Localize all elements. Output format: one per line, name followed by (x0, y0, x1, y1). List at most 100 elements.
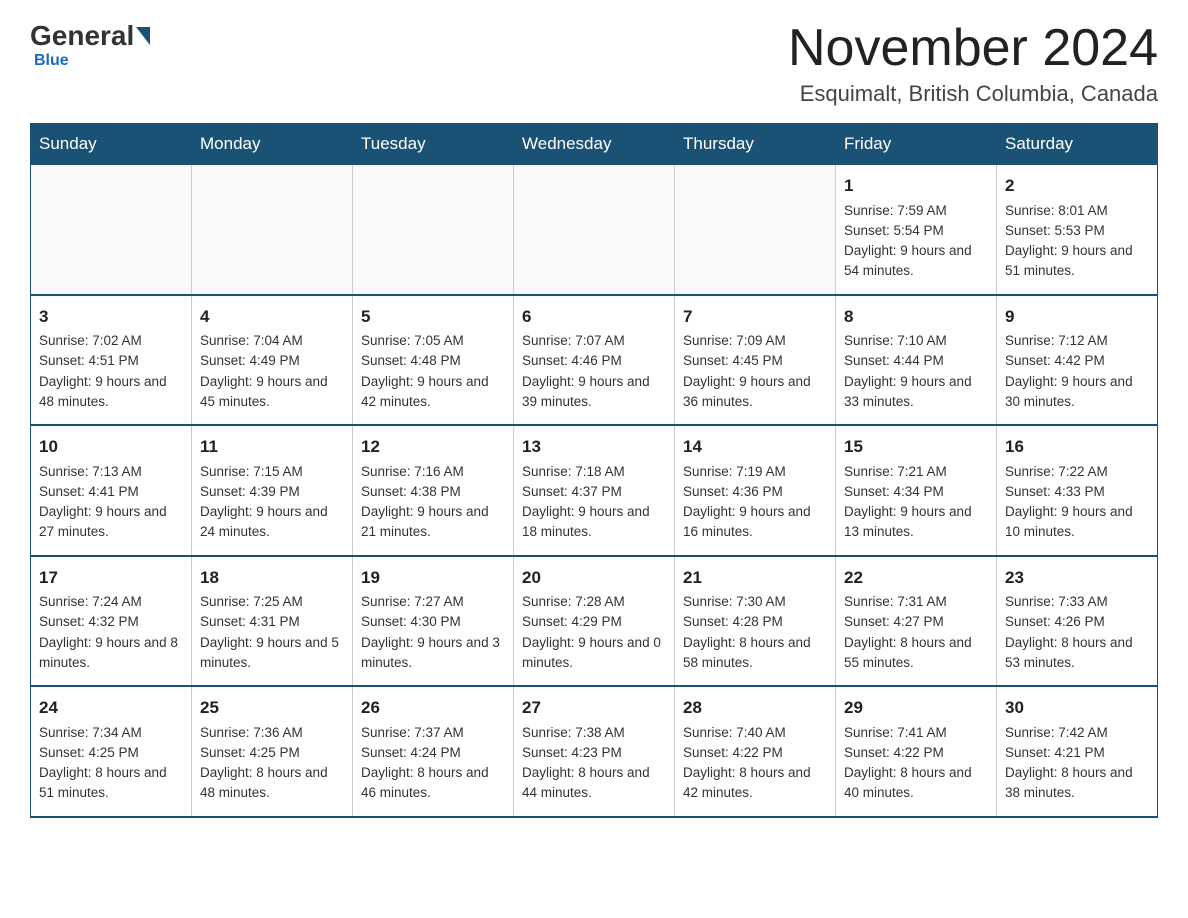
day-number: 13 (522, 434, 666, 460)
cell-w5-d5: 29Sunrise: 7:41 AMSunset: 4:22 PMDayligh… (836, 686, 997, 817)
calendar-table: Sunday Monday Tuesday Wednesday Thursday… (30, 123, 1158, 818)
day-info: Sunset: 4:38 PM (361, 482, 505, 502)
day-number: 21 (683, 565, 827, 591)
day-info: Sunset: 4:30 PM (361, 612, 505, 632)
day-number: 28 (683, 695, 827, 721)
cell-w3-d1: 11Sunrise: 7:15 AMSunset: 4:39 PMDayligh… (192, 425, 353, 556)
calendar-body: 1Sunrise: 7:59 AMSunset: 5:54 PMDaylight… (31, 165, 1158, 817)
day-info: Sunrise: 7:22 AM (1005, 462, 1149, 482)
day-info: Sunrise: 7:24 AM (39, 592, 183, 612)
location-text: Esquimalt, British Columbia, Canada (788, 81, 1158, 107)
cell-w3-d3: 13Sunrise: 7:18 AMSunset: 4:37 PMDayligh… (514, 425, 675, 556)
day-number: 5 (361, 304, 505, 330)
day-info: Sunset: 4:44 PM (844, 351, 988, 371)
header-saturday: Saturday (997, 124, 1158, 165)
day-info: Sunrise: 7:19 AM (683, 462, 827, 482)
cell-w5-d2: 26Sunrise: 7:37 AMSunset: 4:24 PMDayligh… (353, 686, 514, 817)
cell-w5-d3: 27Sunrise: 7:38 AMSunset: 4:23 PMDayligh… (514, 686, 675, 817)
day-info: Sunrise: 7:31 AM (844, 592, 988, 612)
cell-w4-d5: 22Sunrise: 7:31 AMSunset: 4:27 PMDayligh… (836, 556, 997, 687)
cell-w5-d1: 25Sunrise: 7:36 AMSunset: 4:25 PMDayligh… (192, 686, 353, 817)
day-info: Sunrise: 7:37 AM (361, 723, 505, 743)
day-info: Sunset: 4:22 PM (844, 743, 988, 763)
day-number: 16 (1005, 434, 1149, 460)
day-info: Sunset: 4:39 PM (200, 482, 344, 502)
day-info: Sunset: 4:25 PM (39, 743, 183, 763)
day-info: Daylight: 9 hours and 54 minutes. (844, 241, 988, 282)
day-number: 15 (844, 434, 988, 460)
day-info: Daylight: 8 hours and 38 minutes. (1005, 763, 1149, 804)
cell-w2-d0: 3Sunrise: 7:02 AMSunset: 4:51 PMDaylight… (31, 295, 192, 426)
day-info: Daylight: 8 hours and 58 minutes. (683, 633, 827, 674)
cell-w1-d5: 1Sunrise: 7:59 AMSunset: 5:54 PMDaylight… (836, 165, 997, 295)
header-wednesday: Wednesday (514, 124, 675, 165)
day-info: Daylight: 9 hours and 30 minutes. (1005, 372, 1149, 413)
day-number: 11 (200, 434, 344, 460)
day-info: Sunset: 4:37 PM (522, 482, 666, 502)
day-info: Sunrise: 7:40 AM (683, 723, 827, 743)
cell-w4-d6: 23Sunrise: 7:33 AMSunset: 4:26 PMDayligh… (997, 556, 1158, 687)
day-number: 27 (522, 695, 666, 721)
cell-w4-d1: 18Sunrise: 7:25 AMSunset: 4:31 PMDayligh… (192, 556, 353, 687)
cell-w4-d2: 19Sunrise: 7:27 AMSunset: 4:30 PMDayligh… (353, 556, 514, 687)
day-number: 19 (361, 565, 505, 591)
day-info: Sunrise: 7:41 AM (844, 723, 988, 743)
cell-w3-d0: 10Sunrise: 7:13 AMSunset: 4:41 PMDayligh… (31, 425, 192, 556)
day-number: 4 (200, 304, 344, 330)
day-info: Sunset: 4:42 PM (1005, 351, 1149, 371)
cell-w1-d3 (514, 165, 675, 295)
day-number: 24 (39, 695, 183, 721)
day-info: Daylight: 9 hours and 8 minutes. (39, 633, 183, 674)
day-info: Sunset: 4:33 PM (1005, 482, 1149, 502)
day-info: Sunrise: 7:34 AM (39, 723, 183, 743)
day-info: Daylight: 8 hours and 51 minutes. (39, 763, 183, 804)
header-monday: Monday (192, 124, 353, 165)
day-info: Sunset: 4:22 PM (683, 743, 827, 763)
cell-w1-d4 (675, 165, 836, 295)
day-info: Sunrise: 7:27 AM (361, 592, 505, 612)
day-number: 25 (200, 695, 344, 721)
day-info: Sunset: 4:23 PM (522, 743, 666, 763)
day-info: Sunrise: 7:13 AM (39, 462, 183, 482)
cell-w2-d2: 5Sunrise: 7:05 AMSunset: 4:48 PMDaylight… (353, 295, 514, 426)
day-info: Daylight: 9 hours and 39 minutes. (522, 372, 666, 413)
day-info: Daylight: 8 hours and 48 minutes. (200, 763, 344, 804)
day-number: 14 (683, 434, 827, 460)
day-info: Daylight: 9 hours and 24 minutes. (200, 502, 344, 543)
day-info: Sunrise: 7:09 AM (683, 331, 827, 351)
week-row-3: 10Sunrise: 7:13 AMSunset: 4:41 PMDayligh… (31, 425, 1158, 556)
cell-w4-d4: 21Sunrise: 7:30 AMSunset: 4:28 PMDayligh… (675, 556, 836, 687)
day-info: Sunset: 4:51 PM (39, 351, 183, 371)
day-info: Sunrise: 7:10 AM (844, 331, 988, 351)
day-info: Daylight: 8 hours and 40 minutes. (844, 763, 988, 804)
day-number: 29 (844, 695, 988, 721)
day-info: Sunrise: 7:36 AM (200, 723, 344, 743)
day-info: Sunrise: 7:30 AM (683, 592, 827, 612)
day-info: Sunset: 4:41 PM (39, 482, 183, 502)
cell-w5-d4: 28Sunrise: 7:40 AMSunset: 4:22 PMDayligh… (675, 686, 836, 817)
day-info: Sunset: 5:53 PM (1005, 221, 1149, 241)
header-friday: Friday (836, 124, 997, 165)
day-number: 8 (844, 304, 988, 330)
cell-w2-d1: 4Sunrise: 7:04 AMSunset: 4:49 PMDaylight… (192, 295, 353, 426)
day-info: Sunrise: 7:15 AM (200, 462, 344, 482)
day-number: 22 (844, 565, 988, 591)
header-thursday: Thursday (675, 124, 836, 165)
day-info: Sunrise: 7:16 AM (361, 462, 505, 482)
day-info: Sunrise: 8:01 AM (1005, 201, 1149, 221)
day-info: Sunset: 4:31 PM (200, 612, 344, 632)
logo-arrow-icon (136, 27, 150, 45)
day-info: Daylight: 8 hours and 53 minutes. (1005, 633, 1149, 674)
day-info: Daylight: 9 hours and 13 minutes. (844, 502, 988, 543)
day-number: 30 (1005, 695, 1149, 721)
day-info: Daylight: 9 hours and 10 minutes. (1005, 502, 1149, 543)
day-info: Daylight: 9 hours and 3 minutes. (361, 633, 505, 674)
cell-w3-d4: 14Sunrise: 7:19 AMSunset: 4:36 PMDayligh… (675, 425, 836, 556)
month-title: November 2024 (788, 20, 1158, 77)
cell-w1-d6: 2Sunrise: 8:01 AMSunset: 5:53 PMDaylight… (997, 165, 1158, 295)
day-info: Sunrise: 7:25 AM (200, 592, 344, 612)
day-info: Sunset: 4:32 PM (39, 612, 183, 632)
cell-w2-d4: 7Sunrise: 7:09 AMSunset: 4:45 PMDaylight… (675, 295, 836, 426)
day-info: Sunset: 4:25 PM (200, 743, 344, 763)
day-number: 26 (361, 695, 505, 721)
